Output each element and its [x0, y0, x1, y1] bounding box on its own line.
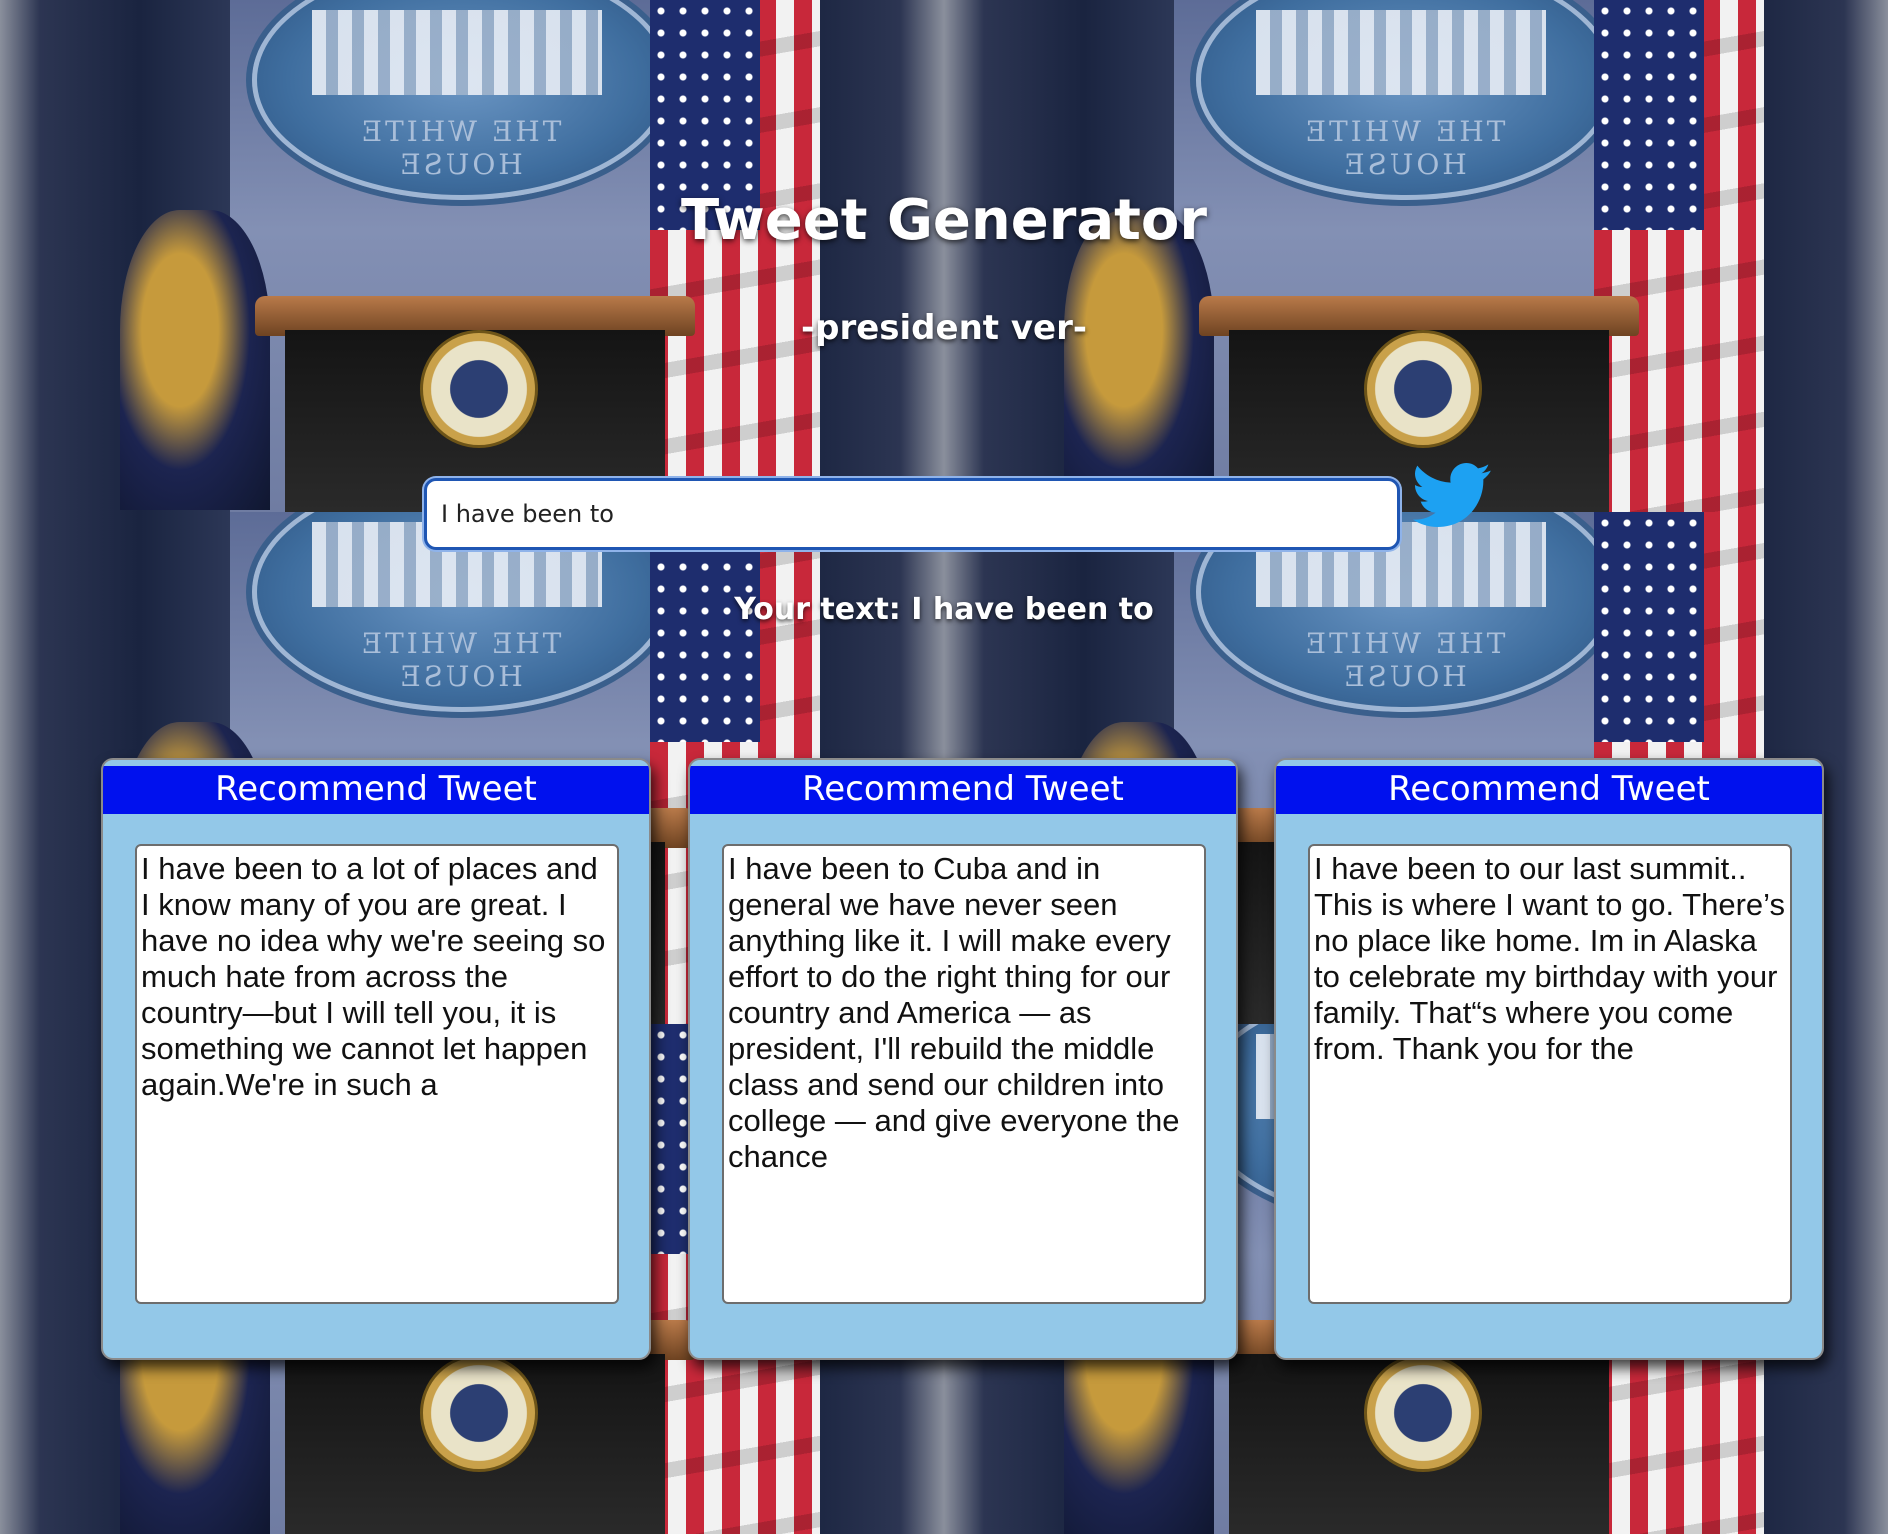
page-title: Tweet Generator — [680, 188, 1208, 253]
background-tile: THE WHITE HOUSE — [0, 0, 944, 512]
twitter-bird-icon[interactable] — [1412, 462, 1492, 530]
recommended-tweet-text[interactable]: I have been to a lot of places and I kno… — [135, 844, 619, 1304]
your-text-label: Your text: I have been to — [734, 592, 1154, 627]
page-subtitle: -president ver- — [801, 308, 1087, 348]
recommended-tweet-text[interactable]: I have been to our last summit.. This is… — [1308, 844, 1792, 1304]
tweet-input-wrapper — [424, 478, 1400, 550]
recommend-tweet-card: Recommend Tweet I have been to Cuba and … — [688, 758, 1238, 1360]
recommend-tweet-card: Recommend Tweet I have been to our last … — [1274, 758, 1824, 1360]
recommended-tweet-text[interactable]: I have been to Cuba and in general we ha… — [722, 844, 1206, 1304]
background-tile: THE WHITE HOUSE — [944, 0, 1888, 512]
recommend-tweet-card: Recommend Tweet I have been to a lot of … — [101, 758, 651, 1360]
tweet-text-input[interactable] — [427, 481, 1397, 547]
card-header: Recommend Tweet — [103, 766, 649, 814]
card-header: Recommend Tweet — [690, 766, 1236, 814]
card-header: Recommend Tweet — [1276, 766, 1822, 814]
